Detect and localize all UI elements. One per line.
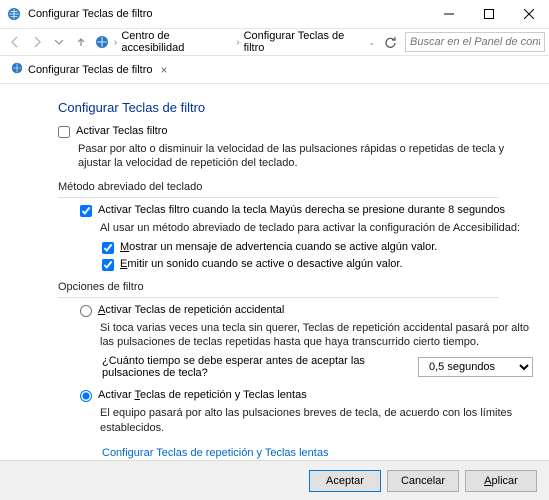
show-warning-checkbox[interactable]: Mostrar un mensaje de advertencia cuando… — [102, 241, 533, 254]
up-button[interactable] — [70, 31, 92, 53]
breadcrumb[interactable]: › Centro de accesibilidad › Configurar T… — [92, 30, 364, 54]
activate-description: Pasar por alto o disminuir la velocidad … — [78, 142, 533, 171]
radio-accidental[interactable]: Activar Teclas de repetición accidental — [80, 304, 533, 317]
close-button[interactable] — [509, 0, 549, 28]
checkbox-activate[interactable] — [58, 126, 70, 138]
breadcrumb-dropdown[interactable]: ⌄ — [368, 38, 375, 47]
window-title: Configurar Teclas de filtro — [28, 8, 429, 20]
divider — [58, 197, 499, 198]
radio-slowkeys-input[interactable] — [80, 390, 92, 402]
breadcrumb-item-accessibility[interactable]: Centro de accesibilidad — [121, 30, 232, 54]
shortcut-activate-checkbox[interactable]: Activar Teclas filtro cuando la tecla Ma… — [80, 204, 533, 217]
tab-filterkeys[interactable]: Configurar Teclas de filtro × — [4, 58, 174, 81]
section-shortcut-label: Método abreviado del teclado — [58, 181, 533, 193]
checkbox-activate-label: Activar Teclas filtro — [76, 125, 168, 137]
tab-close-icon[interactable]: × — [157, 63, 168, 77]
content-area: Configurar Teclas de filtro Activar Tecl… — [0, 84, 549, 460]
wait-time-select[interactable]: 0,5 segundos — [418, 357, 533, 377]
radio-accidental-input[interactable] — [80, 305, 92, 317]
breadcrumb-item-filterkeys[interactable]: Configurar Teclas de filtro — [244, 30, 365, 54]
tab-label: Configurar Teclas de filtro — [28, 64, 153, 76]
window-icon — [6, 6, 22, 22]
chevron-right-icon: › — [114, 37, 117, 48]
search-input[interactable] — [405, 32, 545, 52]
checkbox-warning-label: Mostrar un mensaje de advertencia cuando… — [120, 241, 437, 253]
ok-button[interactable]: Aceptar — [309, 470, 381, 492]
maximize-button[interactable] — [469, 0, 509, 28]
apply-button[interactable]: Aplicar — [465, 470, 537, 492]
control-panel-icon — [94, 34, 110, 50]
wait-time-row: ¿Cuánto tiempo se debe esperar antes de … — [102, 355, 533, 379]
wait-time-label: ¿Cuánto tiempo se debe esperar antes de … — [102, 355, 408, 379]
address-bar: › Centro de accesibilidad › Configurar T… — [0, 28, 549, 56]
refresh-button[interactable] — [379, 31, 401, 53]
emit-sound-checkbox[interactable]: Emitir un sonido cuando se active o desa… — [102, 258, 533, 271]
section-filter-label: Opciones de filtro — [58, 281, 533, 293]
checkbox-warning[interactable] — [102, 242, 114, 254]
cancel-button[interactable]: Cancelar — [387, 470, 459, 492]
radio-slowkeys-label: Activar Teclas de repetición y Teclas le… — [98, 389, 307, 401]
activate-filterkeys-checkbox[interactable]: Activar Teclas filtro — [58, 125, 533, 138]
titlebar: Configurar Teclas de filtro — [0, 0, 549, 28]
configure-slowkeys-link[interactable]: Configurar Teclas de repetición y Teclas… — [102, 447, 328, 459]
footer: Aceptar Cancelar Aplicar — [0, 460, 549, 500]
checkbox-shortcut-label: Activar Teclas filtro cuando la tecla Ma… — [98, 204, 505, 216]
forward-button[interactable] — [26, 31, 48, 53]
minimize-button[interactable] — [429, 0, 469, 28]
divider — [58, 297, 499, 298]
chevron-right-icon: › — [236, 37, 239, 48]
checkbox-shortcut[interactable] — [80, 205, 92, 217]
checkbox-sound-label: Emitir un sonido cuando se active o desa… — [120, 258, 403, 270]
tab-row: Configurar Teclas de filtro × — [0, 56, 549, 84]
page-title: Configurar Teclas de filtro — [58, 100, 533, 115]
slowkeys-description: El equipo pasará por alto las pulsacione… — [100, 406, 533, 435]
back-button[interactable] — [4, 31, 26, 53]
shortcut-description: Al usar un método abreviado de teclado p… — [100, 221, 533, 235]
history-dropdown[interactable] — [48, 31, 70, 53]
radio-slowkeys[interactable]: Activar Teclas de repetición y Teclas le… — [80, 389, 533, 402]
accidental-description: Si toca varias veces una tecla sin quere… — [100, 321, 533, 350]
radio-accidental-label: Activar Teclas de repetición accidental — [98, 304, 284, 316]
checkbox-sound[interactable] — [102, 259, 114, 271]
window-controls — [429, 0, 549, 28]
control-panel-icon — [10, 61, 24, 78]
